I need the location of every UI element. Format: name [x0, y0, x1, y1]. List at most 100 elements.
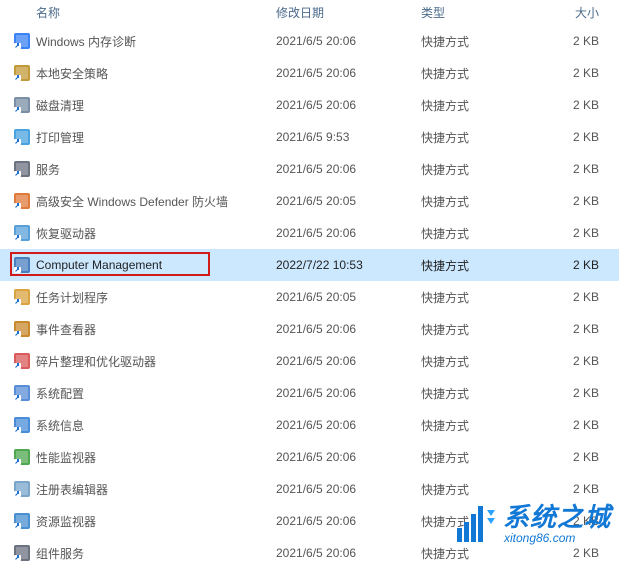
file-row[interactable]: 系统配置 2021/6/5 20:06 快捷方式 2 KB [0, 377, 619, 409]
file-name: 恢复驱动器 [36, 225, 96, 242]
file-row[interactable]: 性能监视器 2021/6/5 20:06 快捷方式 2 KB [0, 441, 619, 473]
event-viewer-icon [14, 321, 30, 337]
column-header-date[interactable]: 修改日期 [270, 4, 415, 21]
file-size: 2 KB [545, 354, 609, 368]
file-type: 快捷方式 [415, 481, 545, 498]
recovery-drive-icon [14, 225, 30, 241]
file-row[interactable]: 服务 2021/6/5 20:06 快捷方式 2 KB [0, 153, 619, 185]
file-date: 2021/6/5 20:06 [270, 546, 415, 560]
file-size: 2 KB [545, 194, 609, 208]
file-date: 2021/6/5 20:06 [270, 354, 415, 368]
file-date: 2021/6/5 20:06 [270, 482, 415, 496]
file-date: 2021/6/5 20:06 [270, 34, 415, 48]
print-mgmt-icon [14, 129, 30, 145]
file-type: 快捷方式 [415, 321, 545, 338]
computer-mgmt-icon [14, 257, 30, 273]
file-name: 事件查看器 [36, 321, 96, 338]
file-type: 快捷方式 [415, 289, 545, 306]
file-type: 快捷方式 [415, 385, 545, 402]
task-scheduler-icon [14, 289, 30, 305]
column-header-type[interactable]: 类型 [415, 4, 545, 21]
file-date: 2022/7/22 10:53 [270, 258, 415, 272]
file-date: 2021/6/5 20:06 [270, 226, 415, 240]
file-name: 系统信息 [36, 417, 84, 434]
resource-monitor-icon [14, 513, 30, 529]
file-date: 2021/6/5 20:06 [270, 418, 415, 432]
file-size: 2 KB [545, 514, 609, 528]
services-icon [14, 161, 30, 177]
file-row[interactable]: 事件查看器 2021/6/5 20:06 快捷方式 2 KB [0, 313, 619, 345]
file-row[interactable]: 任务计划程序 2021/6/5 20:05 快捷方式 2 KB [0, 281, 619, 313]
file-size: 2 KB [545, 258, 609, 272]
file-name: 服务 [36, 161, 60, 178]
column-header-name[interactable]: 名称 [0, 4, 270, 21]
file-type: 快捷方式 [415, 97, 545, 114]
file-date: 2021/6/5 20:06 [270, 450, 415, 464]
file-size: 2 KB [545, 450, 609, 464]
file-type: 快捷方式 [415, 257, 545, 274]
regedit-icon [14, 481, 30, 497]
perf-monitor-icon [14, 449, 30, 465]
file-row[interactable]: 系统信息 2021/6/5 20:06 快捷方式 2 KB [0, 409, 619, 441]
file-type: 快捷方式 [415, 129, 545, 146]
file-size: 2 KB [545, 386, 609, 400]
file-row[interactable]: 恢复驱动器 2021/6/5 20:06 快捷方式 2 KB [0, 217, 619, 249]
file-type: 快捷方式 [415, 417, 545, 434]
defrag-icon [14, 353, 30, 369]
file-name: 性能监视器 [36, 449, 96, 466]
file-row[interactable]: 磁盘清理 2021/6/5 20:06 快捷方式 2 KB [0, 89, 619, 121]
file-row[interactable]: 高级安全 Windows Defender 防火墙 2021/6/5 20:05… [0, 185, 619, 217]
file-type: 快捷方式 [415, 353, 545, 370]
file-type: 快捷方式 [415, 193, 545, 210]
file-size: 2 KB [545, 322, 609, 336]
file-name: 打印管理 [36, 129, 84, 146]
disk-cleanup-icon [14, 97, 30, 113]
file-size: 2 KB [545, 98, 609, 112]
file-name: 系统配置 [36, 385, 84, 402]
file-date: 2021/6/5 20:06 [270, 162, 415, 176]
file-type: 快捷方式 [415, 225, 545, 242]
file-date: 2021/6/5 20:06 [270, 98, 415, 112]
file-date: 2021/6/5 20:06 [270, 66, 415, 80]
file-size: 2 KB [545, 66, 609, 80]
system-config-icon [14, 385, 30, 401]
file-date: 2021/6/5 20:06 [270, 514, 415, 528]
column-header-size[interactable]: 大小 [545, 4, 609, 21]
file-row[interactable]: 资源监视器 2021/6/5 20:06 快捷方式 2 KB [0, 505, 619, 537]
file-type: 快捷方式 [415, 65, 545, 82]
file-date: 2021/6/5 20:05 [270, 290, 415, 304]
file-size: 2 KB [545, 482, 609, 496]
file-name: 组件服务 [36, 545, 84, 562]
system-info-icon [14, 417, 30, 433]
file-size: 2 KB [545, 226, 609, 240]
file-row[interactable]: 注册表编辑器 2021/6/5 20:06 快捷方式 2 KB [0, 473, 619, 505]
file-row[interactable]: Windows 内存诊断 2021/6/5 20:06 快捷方式 2 KB [0, 25, 619, 57]
file-size: 2 KB [545, 130, 609, 144]
file-name: 碎片整理和优化驱动器 [36, 353, 156, 370]
file-type: 快捷方式 [415, 161, 545, 178]
file-row[interactable]: Computer Management 2022/7/22 10:53 快捷方式… [0, 249, 619, 281]
file-type: 快捷方式 [415, 33, 545, 50]
file-type: 快捷方式 [415, 513, 545, 530]
file-size: 2 KB [545, 418, 609, 432]
firewall-icon [14, 193, 30, 209]
file-size: 2 KB [545, 546, 609, 560]
file-row[interactable]: 打印管理 2021/6/5 9:53 快捷方式 2 KB [0, 121, 619, 153]
file-date: 2021/6/5 20:06 [270, 386, 415, 400]
file-name: 高级安全 Windows Defender 防火墙 [36, 193, 228, 210]
file-name: 注册表编辑器 [36, 481, 108, 498]
file-list: Windows 内存诊断 2021/6/5 20:06 快捷方式 2 KB 本地… [0, 25, 619, 569]
component-services-icon [14, 545, 30, 561]
file-row[interactable]: 组件服务 2021/6/5 20:06 快捷方式 2 KB [0, 537, 619, 569]
file-name: Windows 内存诊断 [36, 33, 136, 50]
file-size: 2 KB [545, 290, 609, 304]
file-size: 2 KB [545, 162, 609, 176]
file-row[interactable]: 本地安全策略 2021/6/5 20:06 快捷方式 2 KB [0, 57, 619, 89]
file-row[interactable]: 碎片整理和优化驱动器 2021/6/5 20:06 快捷方式 2 KB [0, 345, 619, 377]
file-name: 磁盘清理 [36, 97, 84, 114]
file-date: 2021/6/5 20:05 [270, 194, 415, 208]
file-name: 资源监视器 [36, 513, 96, 530]
file-type: 快捷方式 [415, 545, 545, 562]
file-type: 快捷方式 [415, 449, 545, 466]
memory-diag-icon [14, 33, 30, 49]
